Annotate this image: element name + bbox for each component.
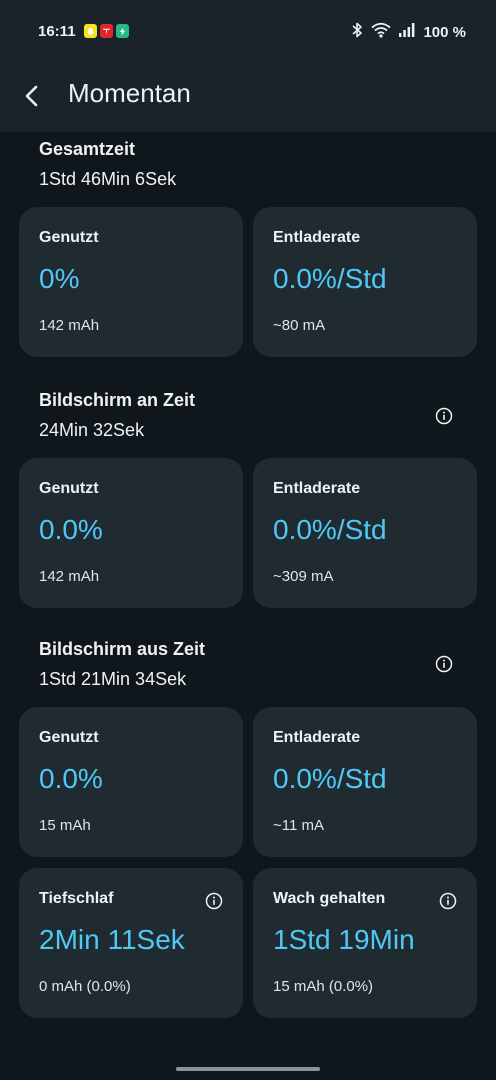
card-label: Genutzt — [39, 480, 99, 497]
bolt-app-icon — [116, 24, 129, 38]
card-sub: 15 mAh — [39, 817, 91, 834]
status-time: 16:11 — [38, 23, 76, 40]
page-title: Momentan — [68, 78, 191, 108]
home-indicator[interactable] — [176, 1067, 320, 1071]
card-sub: 142 mAh — [39, 317, 100, 334]
app-bar: Momentan — [0, 64, 496, 132]
card-label: Tiefschlaf — [39, 890, 114, 907]
status-bar: 16:11 100 % — [0, 0, 496, 64]
signal-icon — [399, 23, 415, 41]
card-value: 0.0% — [39, 763, 103, 794]
section-title-total: Gesamtzeit — [39, 139, 136, 159]
card-screen-on-used[interactable]: Genutzt 0.0% 142 mAh — [19, 458, 243, 608]
card-label: Entladerate — [273, 229, 361, 246]
card-sub: ~11 mA — [273, 817, 324, 834]
card-label: Genutzt — [39, 229, 99, 246]
info-icon[interactable] — [435, 407, 453, 425]
card-sub: 142 mAh — [39, 568, 100, 585]
battery-text: 100 % — [423, 23, 466, 41]
info-icon[interactable] — [439, 892, 457, 910]
card-value: 2Min 11Sek — [39, 924, 185, 955]
card-sub: 15 mAh (0.0%) — [273, 978, 374, 995]
back-button[interactable] — [12, 76, 52, 116]
card-value: 0.0%/Std — [273, 263, 387, 294]
notification-icons — [84, 24, 129, 38]
card-screen-off-rate[interactable]: Entladerate 0.0%/Std ~11 mA — [253, 707, 477, 857]
card-sub: ~309 mA — [273, 568, 334, 585]
info-icon[interactable] — [435, 655, 453, 673]
section-value-total: 1Std 46Min 6Sek — [39, 169, 177, 189]
card-value: 1Std 19Min — [273, 924, 415, 955]
card-label: Entladerate — [273, 729, 361, 746]
card-value: 0.0%/Std — [273, 514, 387, 545]
card-label: Genutzt — [39, 729, 99, 746]
card-sub: 0 mAh (0.0%) — [39, 978, 131, 995]
section-value-screen-on: 24Min 32Sek — [39, 420, 145, 440]
card-screen-on-rate[interactable]: Entladerate 0.0%/Std ~309 mA — [253, 458, 477, 608]
section-value-screen-off: 1Std 21Min 34Sek — [39, 669, 187, 689]
card-total-rate[interactable]: Entladerate 0.0%/Std ~80 mA — [253, 207, 477, 357]
section-title-screen-on: Bildschirm an Zeit — [39, 390, 196, 410]
card-value: 0% — [39, 263, 80, 294]
snapchat-icon — [84, 24, 97, 38]
card-deep-sleep[interactable]: Tiefschlaf 2Min 11Sek 0 mAh (0.0%) — [19, 868, 243, 1018]
status-right-icons: 100 % — [351, 22, 466, 42]
card-label: Entladerate — [273, 480, 361, 497]
card-total-used[interactable]: Genutzt 0% 142 mAh — [19, 207, 243, 357]
info-icon[interactable] — [205, 892, 223, 910]
wifi-icon — [371, 22, 392, 42]
card-value: 0.0% — [39, 514, 103, 545]
card-sub: ~80 mA — [273, 317, 326, 334]
back-arrow-icon — [25, 85, 38, 107]
card-label: Wach gehalten — [273, 890, 386, 907]
section-title-screen-off: Bildschirm aus Zeit — [39, 639, 206, 659]
card-screen-off-used[interactable]: Genutzt 0.0% 15 mAh — [19, 707, 243, 857]
tesla-icon — [100, 24, 113, 38]
card-value: 0.0%/Std — [273, 763, 387, 794]
card-kept-awake[interactable]: Wach gehalten 1Std 19Min 15 mAh (0.0%) — [253, 868, 477, 1018]
bluetooth-icon — [351, 22, 363, 42]
